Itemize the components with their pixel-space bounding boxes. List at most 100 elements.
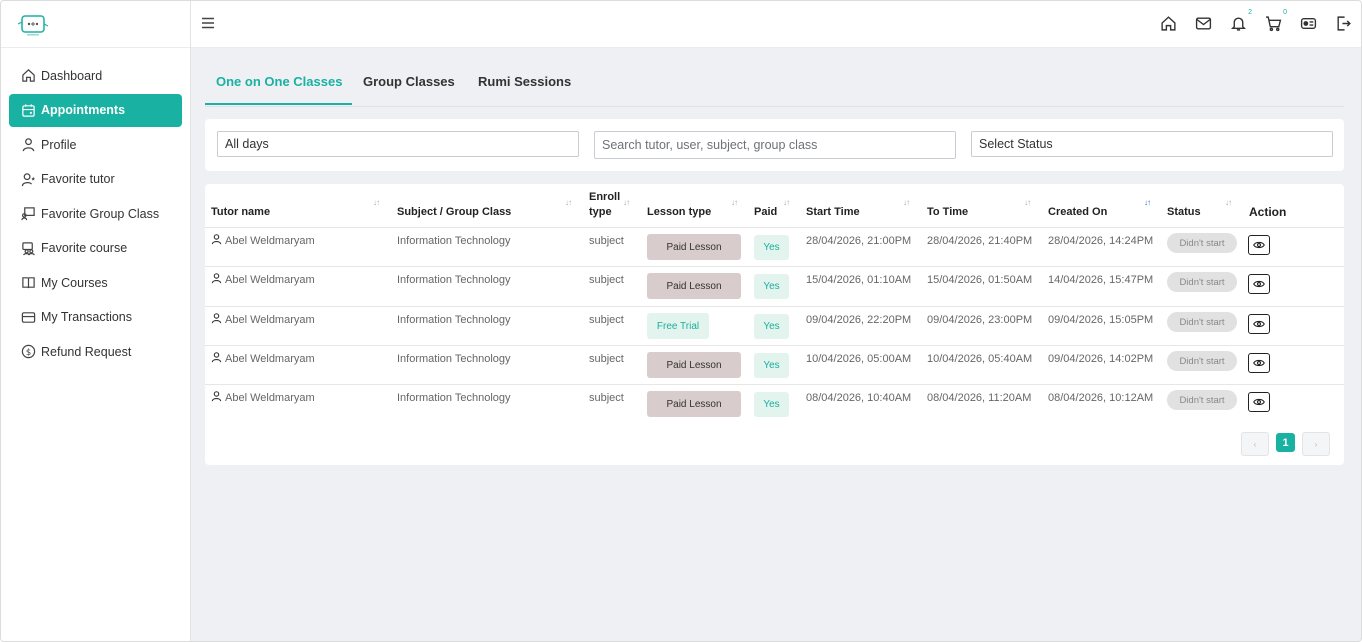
status-badge: Didn't start	[1167, 312, 1237, 332]
created-on-cell: 28/04/2026, 14:24PM	[1048, 235, 1154, 247]
eye-icon	[1253, 359, 1265, 367]
tutor-cell[interactable]: Abel Weldmaryam	[211, 352, 315, 365]
user-icon	[20, 137, 36, 153]
to-time-cell: 28/04/2026, 21:40PM	[927, 235, 1033, 247]
header-to-time[interactable]: To Time	[927, 206, 968, 218]
tutor-cell[interactable]: Abel Weldmaryam	[211, 234, 315, 247]
header-enroll-type-line2[interactable]: type	[589, 206, 612, 218]
paid-badge: Yes	[754, 274, 789, 299]
status-select[interactable]: Select Status	[971, 131, 1333, 157]
header-tutor-name[interactable]: Tutor name	[211, 206, 270, 218]
prev-page-button[interactable]: ‹	[1241, 432, 1269, 456]
cart-count: 0	[1283, 9, 1287, 16]
mail-icon[interactable]	[1193, 13, 1213, 33]
id-card-icon[interactable]	[1298, 13, 1318, 33]
sidebar-item-profile[interactable]: Profile	[9, 128, 182, 161]
menu-toggle-icon[interactable]	[200, 15, 216, 31]
header-lesson-type[interactable]: Lesson type	[647, 206, 711, 218]
header-created-on[interactable]: Created On	[1048, 206, 1107, 218]
logout-icon[interactable]	[1333, 13, 1353, 33]
lesson-type-badge: Paid Lesson	[647, 352, 741, 378]
sort-icon[interactable]: ↓↑	[1024, 198, 1031, 207]
header-paid[interactable]: Paid	[754, 206, 777, 218]
tab-group-classes[interactable]: Group Classes	[363, 74, 455, 89]
header-start-time[interactable]: Start Time	[806, 206, 860, 218]
created-on-cell: 09/04/2026, 14:02PM	[1048, 353, 1154, 365]
sidebar-item-appointments[interactable]: Appointments	[9, 93, 182, 127]
tutor-name: Abel Weldmaryam	[225, 353, 315, 365]
user-icon	[211, 313, 222, 324]
sort-icon[interactable]: ↓↑	[565, 198, 572, 207]
to-time-cell: 08/04/2026, 11:20AM	[927, 392, 1032, 404]
home-icon[interactable]	[1158, 13, 1178, 33]
paid-badge: Yes	[754, 235, 789, 260]
svg-text:$: $	[25, 347, 30, 357]
start-time-cell: 09/04/2026, 22:20PM	[806, 314, 912, 326]
tab-rumi-sessions[interactable]: Rumi Sessions	[478, 74, 571, 89]
eye-icon	[1253, 398, 1265, 406]
search-input[interactable]: Search tutor, user, subject, group class	[594, 131, 956, 159]
sidebar-nav: Dashboard Appointments Profile Favorite …	[9, 59, 182, 370]
user-icon	[211, 273, 222, 284]
status-badge: Didn't start	[1167, 351, 1237, 371]
sidebar-item-favorite-course[interactable]: Favorite course	[9, 232, 182, 265]
subject-cell: Information Technology	[397, 392, 511, 404]
user-icon	[211, 352, 222, 363]
header-status[interactable]: Status	[1167, 206, 1201, 218]
cart-icon[interactable]: 0	[1263, 9, 1287, 33]
lesson-type-badge: Paid Lesson	[647, 391, 741, 417]
sort-icon[interactable]: ↓↑	[783, 198, 790, 207]
tutor-cell[interactable]: Abel Weldmaryam	[211, 391, 315, 404]
header-enroll-type-line1[interactable]: Enroll	[589, 191, 620, 203]
eye-icon	[1253, 241, 1265, 249]
sidebar-item-label: Favorite tutor	[41, 172, 115, 186]
view-button[interactable]	[1248, 392, 1270, 412]
days-select[interactable]: All days	[217, 131, 579, 157]
sidebar-item-favorite-group-class[interactable]: Favorite Group Class	[9, 197, 182, 230]
sidebar-item-label: Favorite Group Class	[41, 206, 160, 221]
app-window: Dashboard Appointments Profile Favorite …	[0, 0, 1362, 642]
view-button[interactable]	[1248, 274, 1270, 294]
sort-icon[interactable]: ↓↑	[1225, 198, 1232, 207]
sidebar-item-my-courses[interactable]: My Courses	[9, 266, 182, 299]
sidebar-item-refund-request[interactable]: $ Refund Request	[9, 335, 182, 368]
enroll-type-cell: subject	[589, 392, 624, 404]
tutor-cell[interactable]: Abel Weldmaryam	[211, 273, 315, 286]
sidebar-item-dashboard[interactable]: Dashboard	[9, 59, 182, 92]
sidebar-item-label: Favorite course	[41, 241, 128, 255]
paid-badge: Yes	[754, 353, 789, 378]
subject-cell: Information Technology	[397, 274, 511, 286]
class-tabs: One on One Classes Group Classes Rumi Se…	[205, 66, 1344, 107]
view-button[interactable]	[1248, 235, 1270, 255]
sort-icon[interactable]: ↓↑	[903, 198, 910, 207]
home-icon	[20, 68, 36, 84]
tutor-name: Abel Weldmaryam	[225, 314, 315, 326]
sidebar-item-my-transactions[interactable]: My Transactions	[9, 301, 182, 334]
brand-logo[interactable]	[17, 13, 49, 39]
bell-icon[interactable]: 2	[1228, 9, 1252, 33]
start-time-cell: 08/04/2026, 10:40AM	[806, 392, 912, 404]
sidebar-item-favorite-tutor[interactable]: Favorite tutor	[9, 163, 182, 196]
sort-active-icon[interactable]: ↓↑	[1144, 198, 1151, 207]
lesson-type-badge: Paid Lesson	[647, 234, 741, 260]
view-button[interactable]	[1248, 314, 1270, 334]
view-button[interactable]	[1248, 353, 1270, 373]
calendar-icon	[20, 102, 36, 118]
tutor-name: Abel Weldmaryam	[225, 392, 315, 404]
next-page-button[interactable]: ›	[1302, 432, 1330, 456]
notification-count: 2	[1248, 9, 1252, 16]
book-icon	[20, 275, 36, 291]
tutor-cell[interactable]: Abel Weldmaryam	[211, 313, 315, 326]
sort-icon[interactable]: ↓↑	[731, 198, 738, 207]
start-time-cell: 28/04/2026, 21:00PM	[806, 235, 912, 247]
header-subject[interactable]: Subject / Group Class	[397, 206, 511, 218]
sidebar-item-label: Appointments	[41, 103, 126, 117]
sort-icon[interactable]: ↓↑	[373, 198, 380, 207]
presentation-icon	[20, 206, 36, 222]
user-icon	[211, 391, 222, 402]
page-1-button[interactable]: 1	[1276, 433, 1295, 452]
lesson-type-badge: Paid Lesson	[647, 273, 741, 299]
sidebar-item-label: Refund Request	[41, 344, 132, 359]
tab-one-on-one-classes[interactable]: One on One Classes	[216, 74, 342, 89]
sort-icon[interactable]: ↓↑	[623, 198, 630, 207]
